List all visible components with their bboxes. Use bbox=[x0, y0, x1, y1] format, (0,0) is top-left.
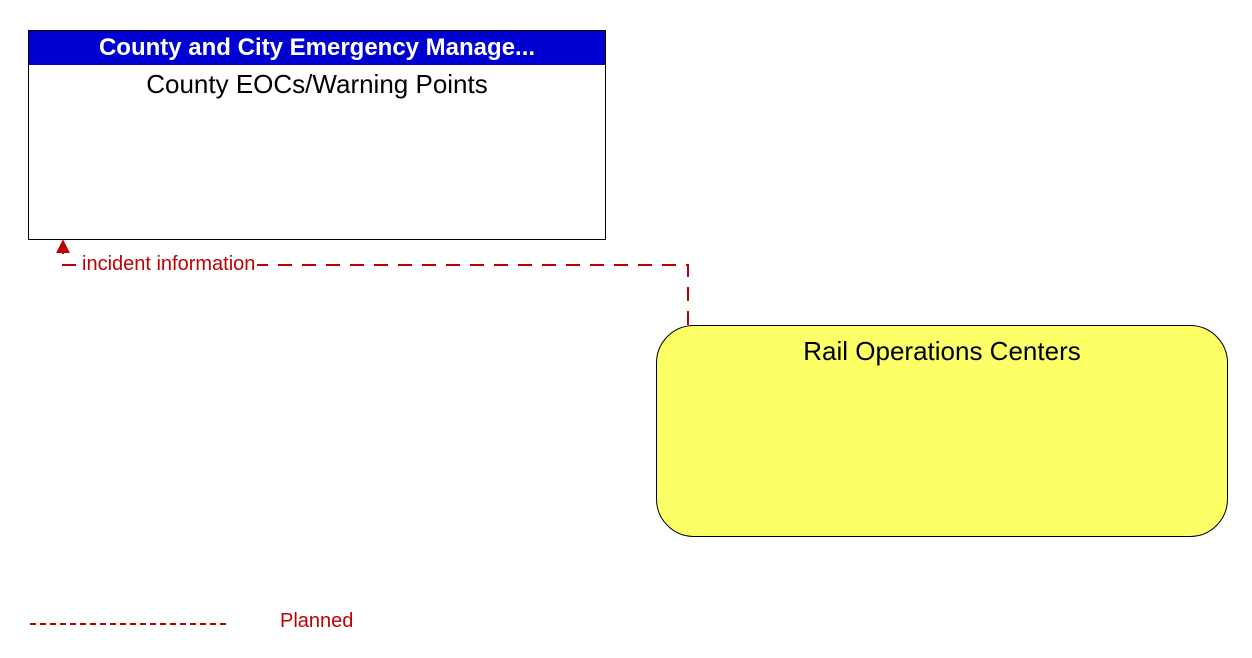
node-rail-title: Rail Operations Centers bbox=[657, 326, 1227, 367]
flow-label-incident: incident information bbox=[80, 253, 257, 276]
node-rail-operations: Rail Operations Centers bbox=[656, 325, 1228, 537]
legend-line-planned bbox=[30, 623, 226, 625]
node-county-title: County EOCs/Warning Points bbox=[29, 65, 605, 100]
diagram-canvas: County and City Emergency Manage... Coun… bbox=[0, 0, 1252, 658]
legend-label-planned: Planned bbox=[280, 610, 353, 633]
node-county-header: County and City Emergency Manage... bbox=[29, 31, 605, 65]
node-county-eoc: County and City Emergency Manage... Coun… bbox=[28, 30, 606, 240]
